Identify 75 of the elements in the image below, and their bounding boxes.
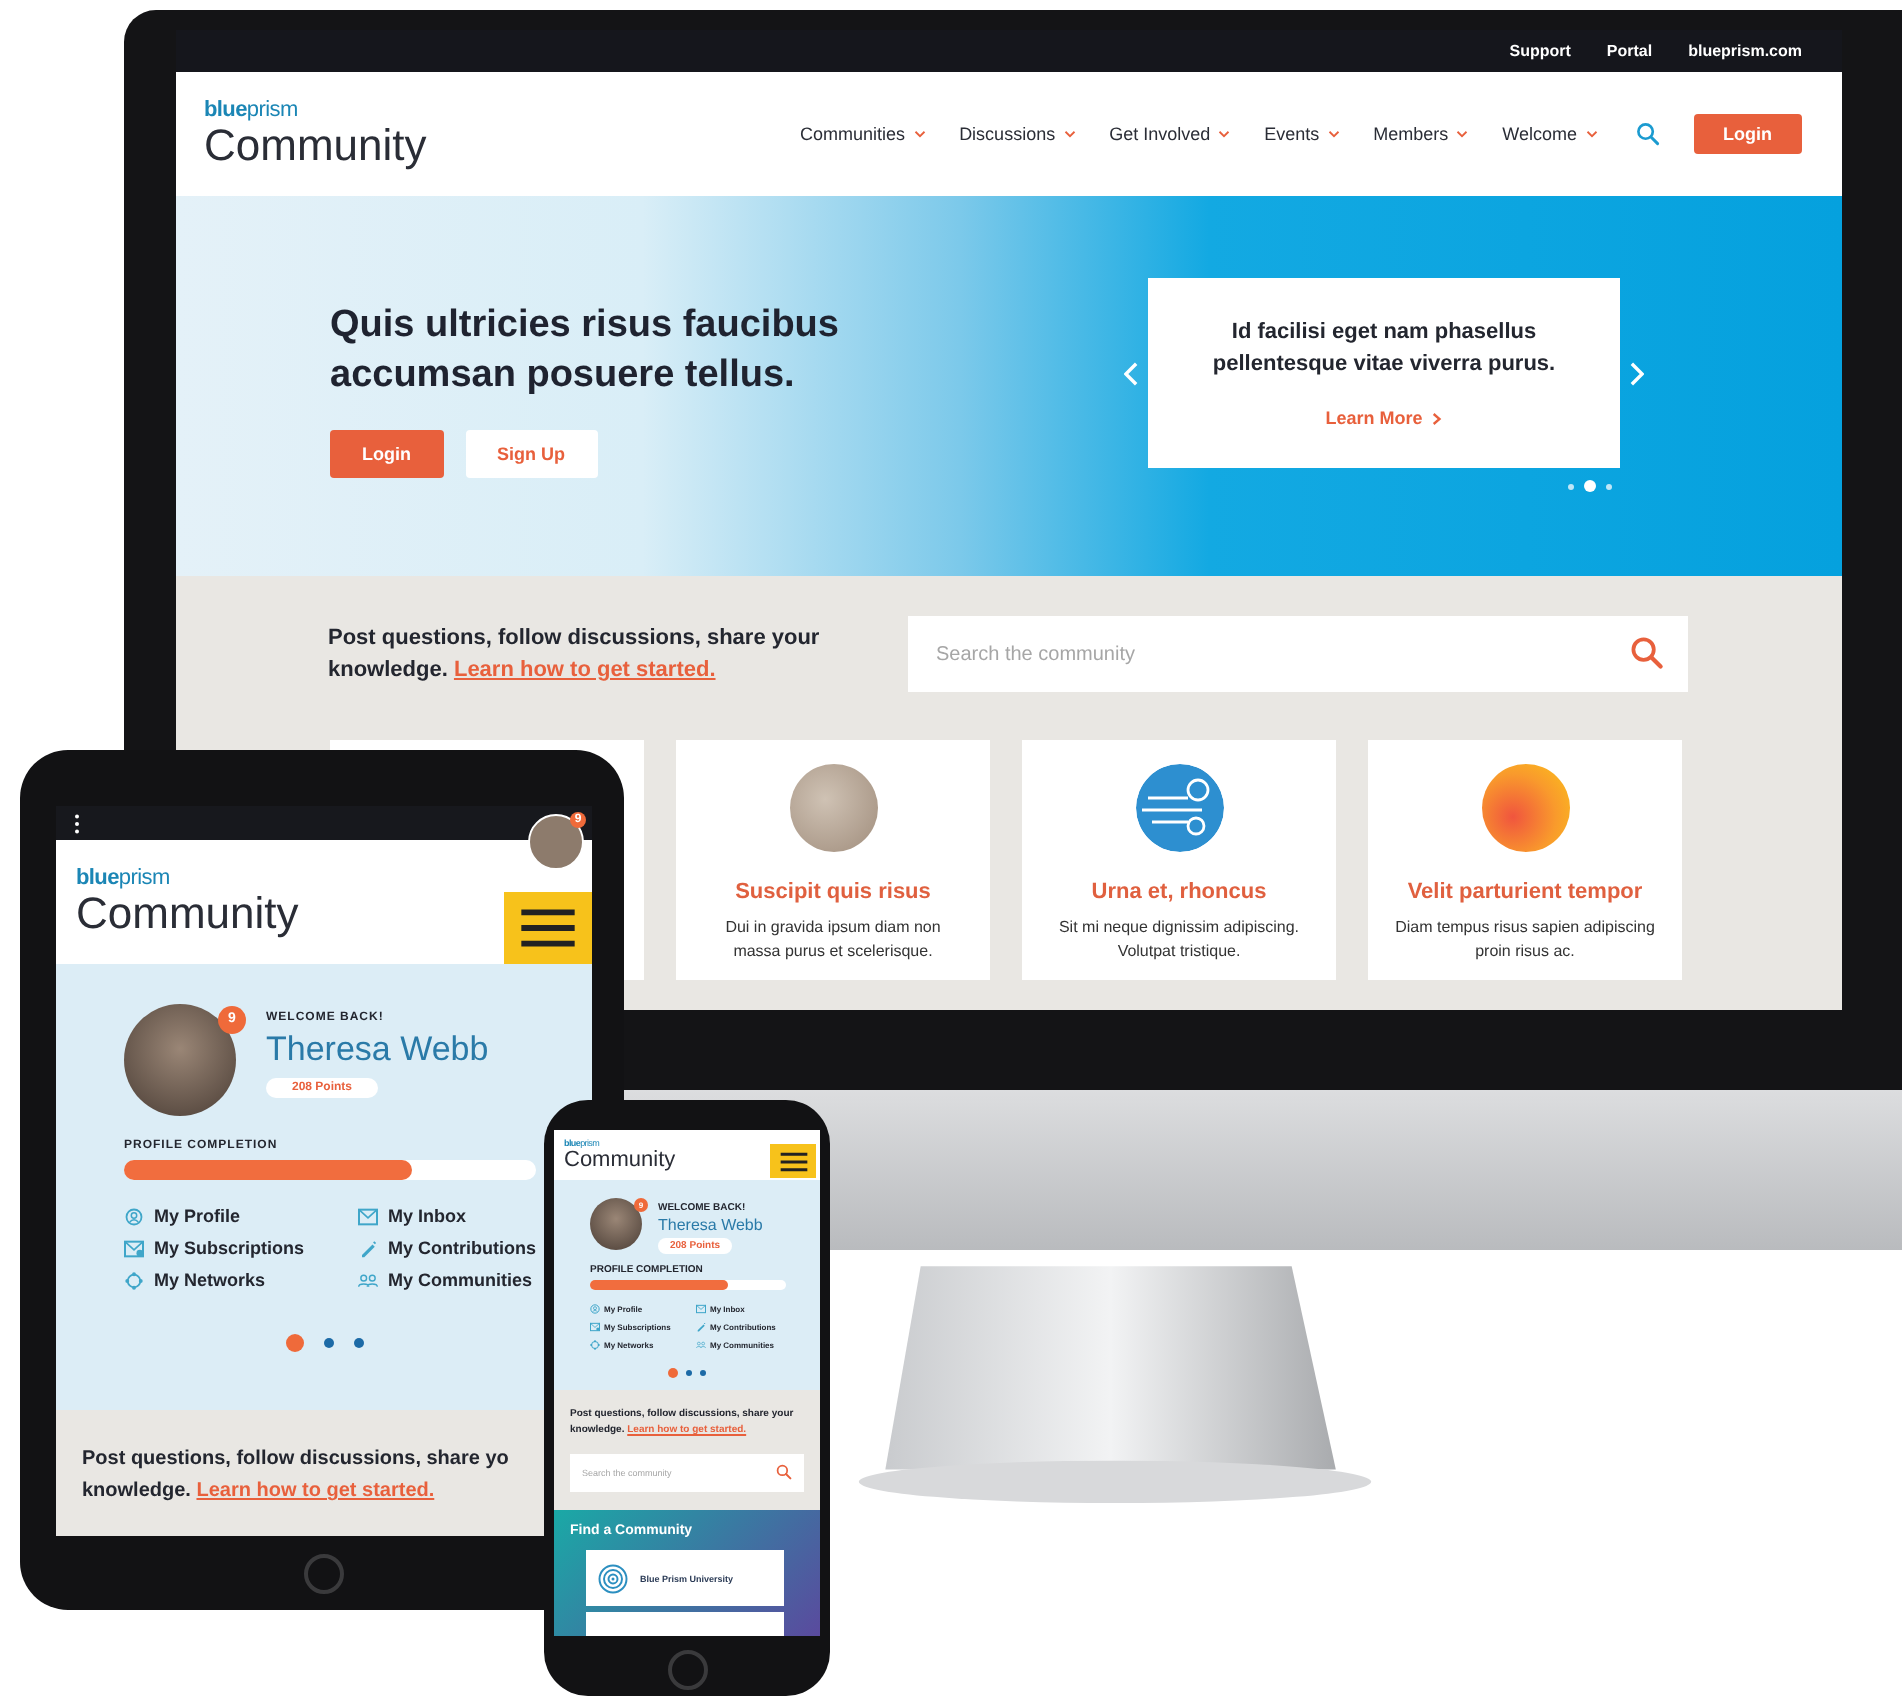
user-name: Theresa Webb [658, 1216, 763, 1234]
search-icon[interactable] [1635, 122, 1659, 146]
utility-link[interactable]: Portal [1606, 42, 1653, 60]
caret-icon [1063, 130, 1076, 138]
caret-icon [913, 130, 926, 138]
nav-menu-item[interactable]: Events [1264, 124, 1340, 144]
wave-icon [1135, 764, 1223, 852]
menu-icon [779, 1151, 807, 1171]
menu-button[interactable] [504, 892, 592, 964]
card-text: Diam tempus risus sapien adipiscing proin risus ac. [1395, 916, 1655, 964]
caret-icon [1327, 130, 1340, 138]
nav-menu-item[interactable]: Discussions [959, 124, 1076, 144]
carousel-dot[interactable] [700, 1370, 706, 1376]
carousel-dot[interactable] [668, 1368, 678, 1378]
people-icon [358, 1271, 378, 1289]
user-name: Theresa Webb [266, 1030, 489, 1070]
site-title: Community [76, 890, 299, 938]
profile-link[interactable]: My Contributions [358, 1238, 592, 1258]
user-icon [590, 1304, 600, 1314]
site-title: Community [564, 1148, 676, 1172]
brand-logo: blueprism [76, 866, 172, 890]
slide-text: Id facilisi eget nam phasellus pellentesque vitae viverra purus. [1210, 318, 1558, 380]
carousel-dot[interactable] [1584, 480, 1596, 492]
hero-headline: Quis ultricies risus faucibus accumsan posuere tellus. [330, 302, 841, 400]
more-icon[interactable] [74, 813, 80, 833]
envelope-icon [696, 1304, 706, 1314]
carousel-dot[interactable] [285, 1334, 303, 1352]
avatar-placeholder [590, 1198, 642, 1250]
carousel-dot[interactable] [1568, 483, 1574, 489]
utility-link[interactable]: Support [1509, 42, 1571, 60]
search-field[interactable]: Search the community [908, 616, 1688, 692]
carousel-dot[interactable] [353, 1338, 363, 1348]
profile-link[interactable]: My Inbox [358, 1206, 592, 1226]
card-title: Velit parturient tempor [1407, 880, 1643, 904]
card-title: Suscipit quis risus [735, 880, 931, 904]
profile-link[interactable]: My Communities [358, 1270, 592, 1290]
network-icon [124, 1271, 144, 1289]
nav-menu-item[interactable]: Communities [800, 124, 926, 144]
envelope-icon [590, 1322, 600, 1332]
intro-text: Post questions, follow discussions, share your knowledge. Learn how to get started. [328, 624, 822, 686]
nav-menu-item[interactable]: Get Involved [1109, 124, 1231, 144]
search-icon[interactable] [1630, 636, 1664, 670]
caret-icon [1585, 130, 1597, 138]
card-title: Urna et, rhoncus [1091, 880, 1267, 904]
people-icon [696, 1340, 706, 1350]
site-title: Community [204, 122, 427, 170]
caret-icon [1456, 130, 1469, 138]
envelope-icon [358, 1207, 378, 1225]
card-text: Dui in gravida ipsum diam non massa purus et scelerisque. [723, 916, 943, 964]
carousel-dot[interactable] [686, 1370, 692, 1376]
menu-button[interactable] [770, 1144, 816, 1178]
profile-link[interactable]: My Subscriptions [124, 1238, 358, 1258]
carousel-dot[interactable] [323, 1338, 333, 1348]
envelope-icon [124, 1239, 144, 1257]
menu-icon [520, 908, 576, 948]
brand-logo: blueprism [204, 98, 300, 122]
chevron-left-icon[interactable] [1124, 361, 1138, 385]
profile-link[interactable]: My Networks [124, 1270, 358, 1290]
search-icon[interactable] [776, 1464, 792, 1480]
pen-icon [696, 1322, 706, 1332]
card-text: Sit mi neque dignissim adipiscing. Volutpat tristique. [1056, 916, 1302, 964]
network-icon [590, 1340, 600, 1350]
caret-icon [1218, 130, 1231, 138]
chevron-right-icon [1432, 411, 1443, 425]
profile-link[interactable]: My Profile [124, 1206, 358, 1226]
utility-link[interactable]: blueprism.com [1688, 42, 1802, 60]
gradient-circle-icon [1481, 764, 1569, 852]
carousel-dot[interactable] [1606, 483, 1612, 489]
chevron-right-icon[interactable] [1630, 361, 1644, 385]
user-icon [124, 1207, 144, 1225]
target-icon [598, 1563, 628, 1593]
pen-icon [358, 1239, 378, 1257]
photo-placeholder [789, 764, 877, 852]
nav-menu-item[interactable]: Members [1373, 124, 1469, 144]
nav-menu-item[interactable]: Welcome [1502, 124, 1597, 144]
